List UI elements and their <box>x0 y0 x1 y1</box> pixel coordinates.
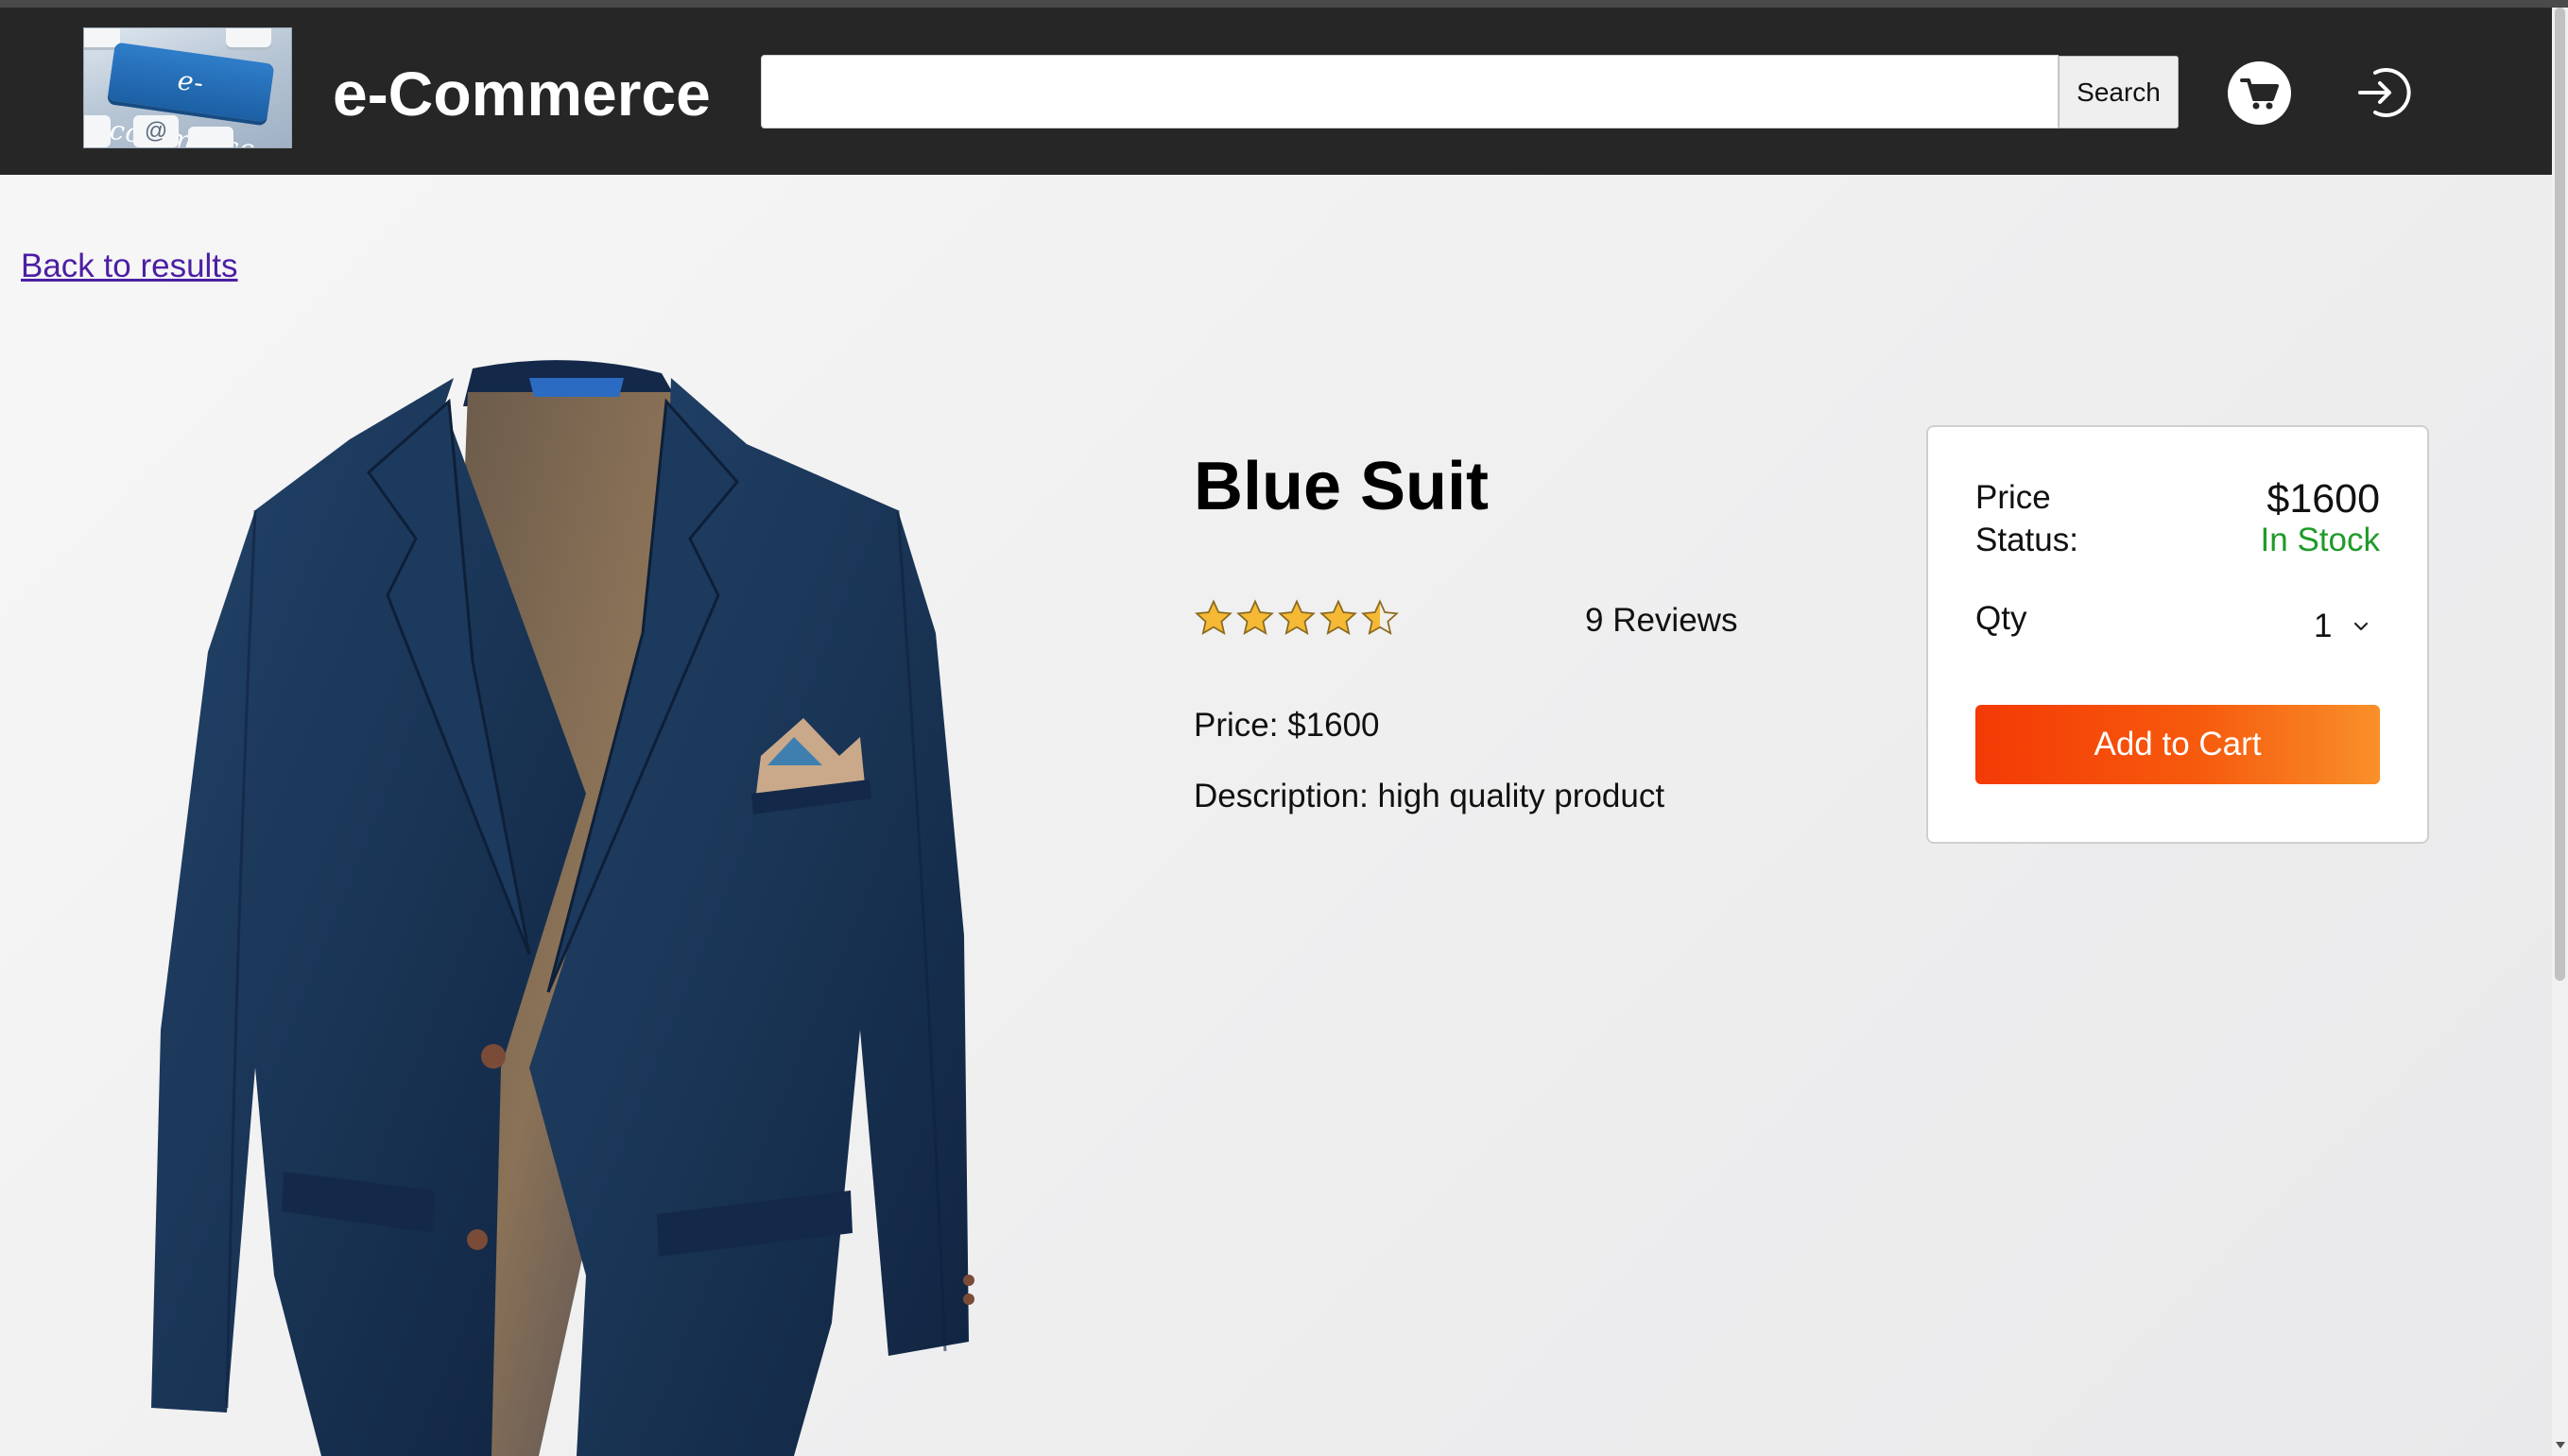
logo-key <box>84 115 111 147</box>
add-to-cart-button[interactable]: Add to Cart <box>1975 705 2380 784</box>
price-value: $1600 <box>2266 476 2380 522</box>
product-description: Description: high quality product <box>1194 778 1665 814</box>
star-full-icon <box>1236 599 1274 636</box>
price-label: Price <box>1975 479 2051 516</box>
brand-title[interactable]: e-Commerce <box>333 58 711 129</box>
scrollbar-thumb[interactable] <box>2555 8 2565 981</box>
qty-value: 1 <box>2314 608 2333 644</box>
reviews-count: 9 Reviews <box>1585 602 1738 639</box>
scroll-down-arrow[interactable] <box>2556 1442 2565 1448</box>
star-half-icon <box>1361 599 1399 636</box>
purchase-box: Price $1600 Status: In Stock Qty 1 Add t… <box>1926 425 2429 844</box>
rating-stars <box>1194 597 1400 642</box>
login-icon[interactable] <box>2354 63 2413 122</box>
page-scrollbar[interactable] <box>2552 8 2568 1456</box>
product-title: Blue Suit <box>1194 449 1490 524</box>
search-button[interactable]: Search <box>2059 56 2179 128</box>
status-label: Status: <box>1975 522 2078 558</box>
back-to-results-link[interactable]: Back to results <box>21 248 238 285</box>
status-value: In Stock <box>2260 522 2380 558</box>
logo-ecommerce-key: e-commerce <box>107 42 275 147</box>
product-image <box>151 360 974 1456</box>
product-price: Price: $1600 <box>1194 707 1380 744</box>
star-full-icon <box>1195 599 1232 636</box>
logo-text: e-commerce <box>107 64 258 148</box>
qty-label: Qty <box>1975 600 2027 637</box>
chevron-down-icon <box>2353 622 2369 631</box>
star-full-icon <box>1278 599 1316 636</box>
site-logo[interactable]: e-commerce @ <box>83 27 292 148</box>
window-top-strip <box>0 0 2568 8</box>
cart-icon[interactable] <box>2228 61 2291 125</box>
logo-key <box>188 127 233 147</box>
site-header: e-commerce @ e-Commerce Search <box>0 8 2552 175</box>
search-input[interactable] <box>761 55 2059 128</box>
star-full-icon <box>1319 599 1357 636</box>
qty-select[interactable]: 1 <box>2240 593 2384 659</box>
logo-at-key: @ <box>133 115 179 147</box>
logo-key <box>226 28 271 47</box>
